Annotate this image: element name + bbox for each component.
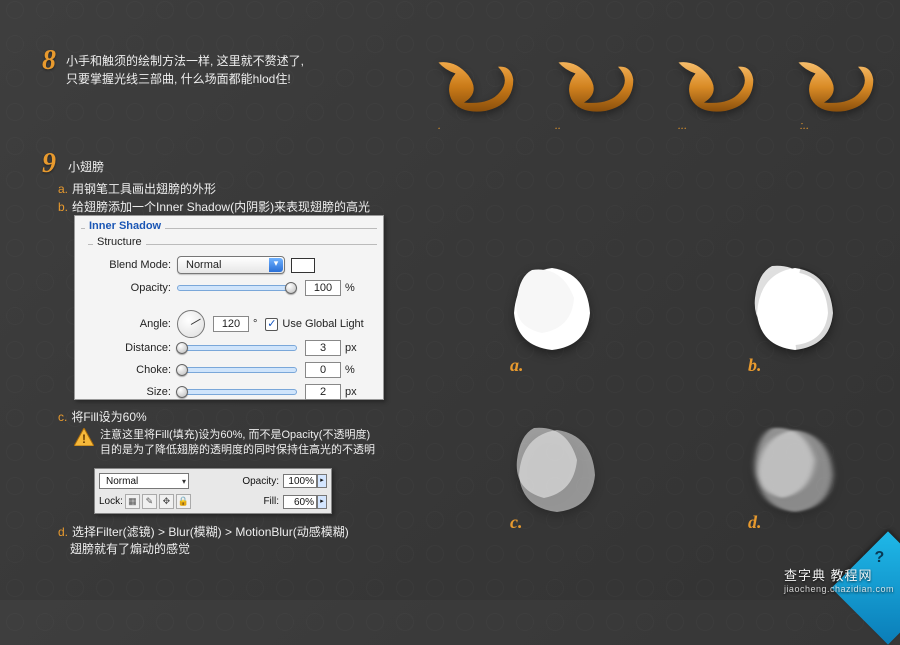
wing-a — [492, 258, 612, 358]
opacity-unit: % — [345, 282, 355, 294]
step-8-number: 8 — [42, 45, 56, 77]
hook-illustration-1 — [430, 58, 515, 118]
lock-transparency-icon[interactable]: ▦ — [125, 494, 140, 509]
panel-title: Inner Shadow — [85, 220, 165, 232]
choke-label: Choke: — [93, 364, 171, 376]
warn-line1: 注意这里将Fill(填充)设为60%, 而不是Opacity(不透明度) — [100, 429, 370, 441]
layers-panel: Normal Opacity: 100% ▸ Lock: ▦ ✎ ✥ 🔒 Fil… — [94, 468, 332, 514]
size-slider[interactable] — [177, 389, 297, 395]
shadow-color-swatch[interactable] — [291, 258, 315, 273]
wing-label-c: c. — [510, 512, 523, 533]
opacity-slider[interactable] — [177, 285, 297, 291]
size-unit: px — [345, 386, 357, 398]
lock-pixels-icon[interactable]: ✎ — [142, 494, 157, 509]
hook-caption-3: ... — [678, 120, 687, 132]
lock-label: Lock: — [99, 496, 123, 507]
step9-b: 给翅膀添加一个Inner Shadow(内阴影)来表现翅膀的高光 — [72, 200, 370, 214]
size-value[interactable]: 2 — [305, 384, 341, 400]
layer-fill-label: Fill: — [263, 496, 279, 507]
wing-label-a: a. — [510, 355, 524, 376]
blend-mode-label: Blend Mode: — [93, 259, 171, 271]
opacity-stepper[interactable]: ▸ — [317, 474, 327, 488]
lock-all-icon[interactable]: 🔒 — [176, 494, 191, 509]
angle-unit: ° — [253, 318, 257, 330]
layer-opacity-label: Opacity: — [242, 476, 279, 487]
watermark: 查字典 教程网 jiaocheng.chazidian.com — [784, 565, 894, 594]
hook-caption-1: . — [438, 120, 441, 132]
wing-b — [730, 258, 850, 358]
wing-label-d: d. — [748, 512, 762, 533]
layer-blend-select[interactable]: Normal — [99, 473, 189, 489]
blend-mode-select[interactable]: Normal — [177, 256, 285, 274]
angle-label: Angle: — [93, 318, 171, 330]
hook-illustration-2 — [550, 58, 635, 118]
fill-stepper[interactable]: ▸ — [317, 495, 327, 509]
warning-icon: ! — [74, 428, 94, 446]
angle-value[interactable]: 120 — [213, 316, 249, 332]
step-8-text: 小手和触须的绘制方法一样, 这里就不赘述了, 只要掌握光线三部曲, 什么场面都能… — [66, 52, 304, 88]
hook-illustration-4 — [790, 58, 875, 118]
opacity-label: Opacity: — [93, 282, 171, 294]
lock-position-icon[interactable]: ✥ — [159, 494, 174, 509]
choke-value[interactable]: 0 — [305, 362, 341, 378]
step-9-title: 小翅膀 — [68, 158, 104, 175]
step9-a: 用钢笔工具画出翅膀的外形 — [72, 182, 216, 196]
inner-shadow-panel: Inner Shadow Structure Blend Mode: Norma… — [74, 215, 384, 400]
wing-c — [492, 420, 612, 520]
warning-note: ! 注意这里将Fill(填充)设为60%, 而不是Opacity(不透明度) 目… — [74, 428, 384, 458]
hook-illustration-3 — [670, 58, 755, 118]
hook-caption-4: :.. — [800, 120, 809, 132]
step9-d: d.选择Filter(滤镜) > Blur(模糊) > MotionBlur(动… — [58, 524, 349, 558]
step-9-number: 9 — [42, 148, 56, 180]
angle-wheel[interactable] — [177, 310, 205, 338]
use-global-light-label: Use Global Light — [282, 318, 363, 330]
step8-line2: 只要掌握光线三部曲, 什么场面都能hlod住! — [66, 72, 291, 86]
hook-caption-2: .. — [555, 120, 561, 132]
distance-unit: px — [345, 342, 357, 354]
warn-line2: 目的是为了降低翅膀的透明度的同时保持住高光的不透明 — [100, 444, 375, 456]
step8-line1: 小手和触须的绘制方法一样, 这里就不赘述了, — [66, 54, 304, 68]
choke-unit: % — [345, 364, 355, 376]
opacity-value[interactable]: 100 — [305, 280, 341, 296]
layer-fill-value[interactable]: 60% — [283, 495, 317, 509]
choke-slider[interactable] — [177, 367, 297, 373]
layer-opacity-value[interactable]: 100% — [283, 474, 317, 488]
distance-label: Distance: — [93, 342, 171, 354]
wing-label-b: b. — [748, 355, 762, 376]
wing-d — [730, 420, 850, 520]
structure-title: Structure — [93, 236, 146, 248]
distance-value[interactable]: 3 — [305, 340, 341, 356]
step9-c: c.将Fill设为60% — [58, 408, 147, 425]
svg-text:!: ! — [82, 432, 86, 446]
step-9-list: a.用钢笔工具画出翅膀的外形 b.给翅膀添加一个Inner Shadow(内阴影… — [58, 180, 370, 216]
distance-slider[interactable] — [177, 345, 297, 351]
size-label: Size: — [93, 386, 171, 398]
use-global-light-checkbox[interactable] — [265, 318, 278, 331]
